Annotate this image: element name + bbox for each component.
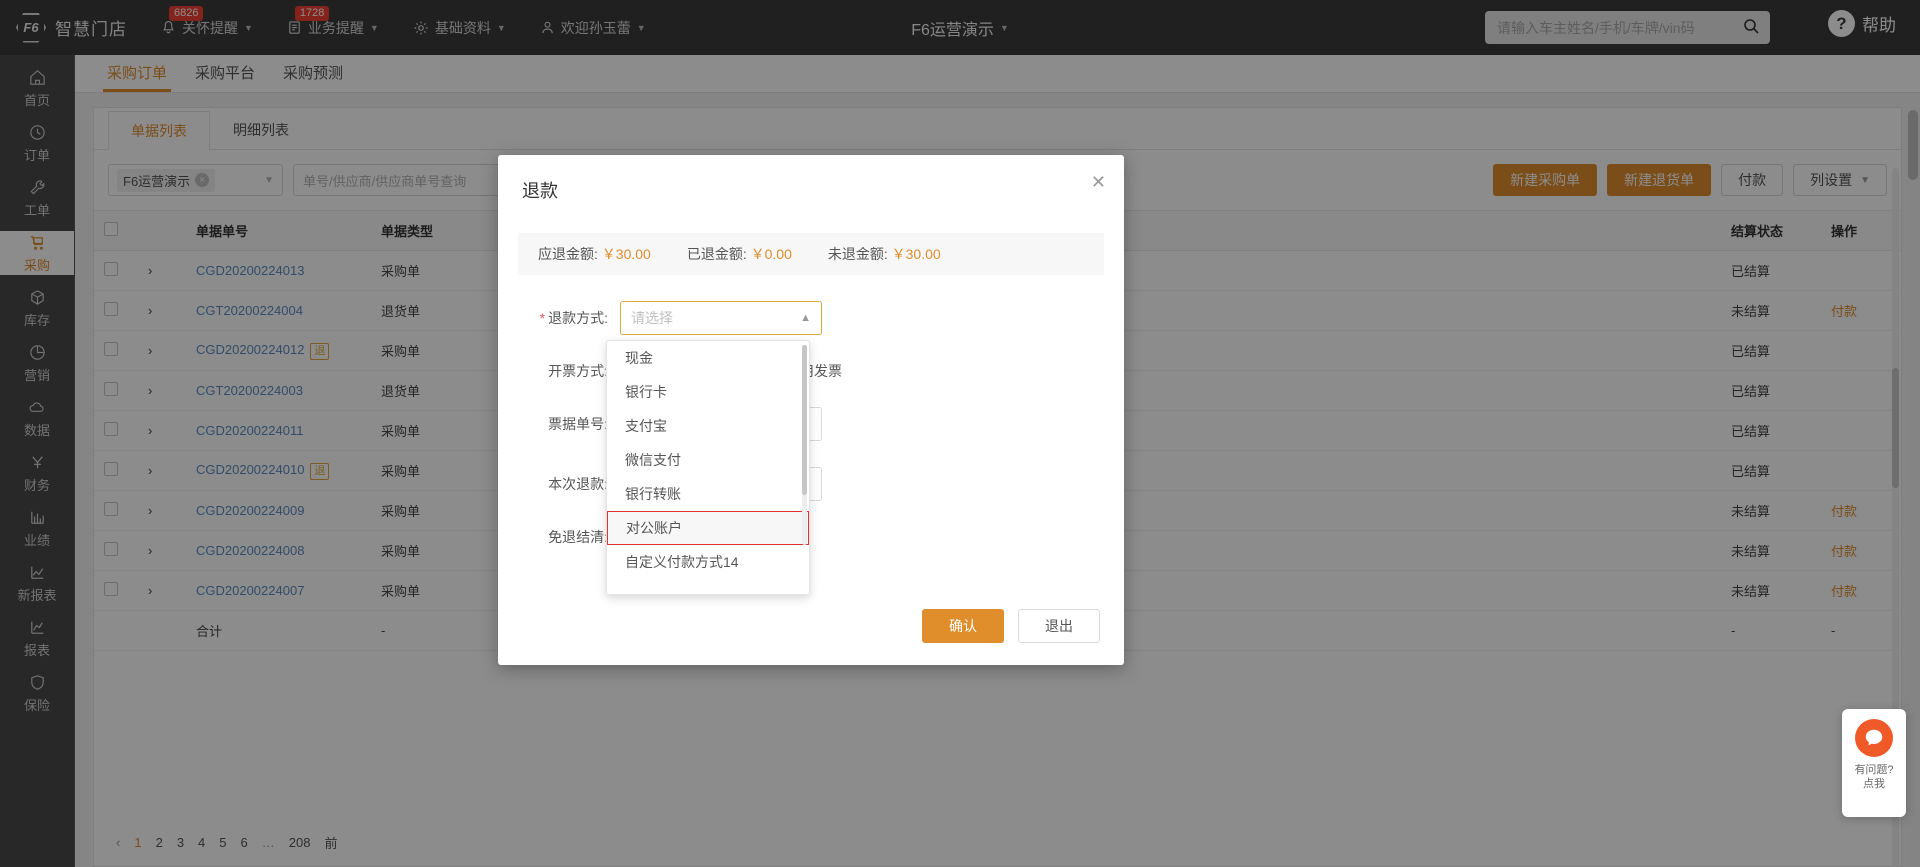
chat-line-2: 点我 bbox=[1863, 778, 1885, 790]
refund-modal: 退款 ✕ 应退金额: ￥30.00 已退金额: ￥0.00 未退金额: ￥30.… bbox=[498, 155, 1124, 665]
dropdown-option-bank-card[interactable]: 银行卡 bbox=[607, 375, 809, 409]
refund-method-label-text: 退款方式: bbox=[548, 310, 608, 326]
chevron-up-icon: ▲ bbox=[800, 312, 811, 324]
free-settle-label: 免退结清: bbox=[548, 529, 608, 545]
bill-no-label: 票据单号: bbox=[548, 416, 608, 432]
modal-title: 退款 bbox=[522, 181, 558, 201]
dropdown-option-custom-14[interactable]: 自定义付款方式14 bbox=[607, 545, 809, 579]
amount-refunded: 已退金额: ￥0.00 bbox=[687, 244, 792, 264]
dropdown-scrollbar-thumb[interactable] bbox=[802, 345, 807, 495]
close-icon[interactable]: ✕ bbox=[1091, 173, 1106, 191]
confirm-button[interactable]: 确认 bbox=[922, 609, 1004, 643]
dropdown-option-corporate-account[interactable]: 对公账户 bbox=[607, 511, 809, 545]
amount-due-value: ￥30.00 bbox=[601, 246, 651, 262]
invoice-method-label: 开票方式: bbox=[548, 363, 608, 379]
modal-footer: 确认 退出 bbox=[922, 609, 1100, 643]
refund-method-label: * 退款方式: bbox=[518, 308, 608, 328]
amount-refunded-label: 已退金额: bbox=[686, 246, 747, 262]
amount-remaining: 未退金额: ￥30.00 bbox=[828, 244, 941, 264]
refund-method-placeholder: 请选择 bbox=[631, 310, 673, 326]
refund-method-dropdown: 现金 银行卡 支付宝 微信支付 银行转账 对公账户 自定义付款方式14 bbox=[606, 340, 810, 595]
required-asterisk: * bbox=[539, 310, 546, 326]
chat-icon[interactable] bbox=[1855, 719, 1893, 757]
refund-method-select[interactable]: 请选择 ▲ bbox=[620, 301, 822, 335]
dropdown-option-wechat-pay[interactable]: 微信支付 bbox=[607, 443, 809, 477]
dropdown-option-alipay[interactable]: 支付宝 bbox=[607, 409, 809, 443]
amount-refunded-value: ￥0.00 bbox=[750, 246, 792, 262]
dropdown-option-bank-transfer[interactable]: 银行转账 bbox=[607, 477, 809, 511]
dropdown-scrollbar[interactable] bbox=[802, 345, 807, 545]
refund-method-row: * 退款方式: 请选择 ▲ bbox=[518, 301, 1104, 335]
amount-due-label: 应退金额: bbox=[538, 246, 598, 262]
cancel-button[interactable]: 退出 bbox=[1018, 609, 1100, 643]
amount-remaining-label: 未退金额: bbox=[827, 246, 888, 262]
chat-widget[interactable]: 有问题? 点我 bbox=[1842, 709, 1906, 817]
dropdown-option-cash[interactable]: 现金 bbox=[607, 341, 809, 375]
this-refund-label: 本次退款: bbox=[548, 476, 608, 492]
chat-text: 有问题? 点我 bbox=[1854, 763, 1893, 791]
amount-due: 应退金额: ￥30.00 bbox=[538, 244, 651, 264]
amount-summary: 应退金额: ￥30.00 已退金额: ￥0.00 未退金额: ￥30.00 bbox=[518, 233, 1104, 275]
chat-line-1: 有问题? bbox=[1854, 764, 1894, 776]
amount-remaining-value: ￥30.00 bbox=[891, 246, 941, 262]
